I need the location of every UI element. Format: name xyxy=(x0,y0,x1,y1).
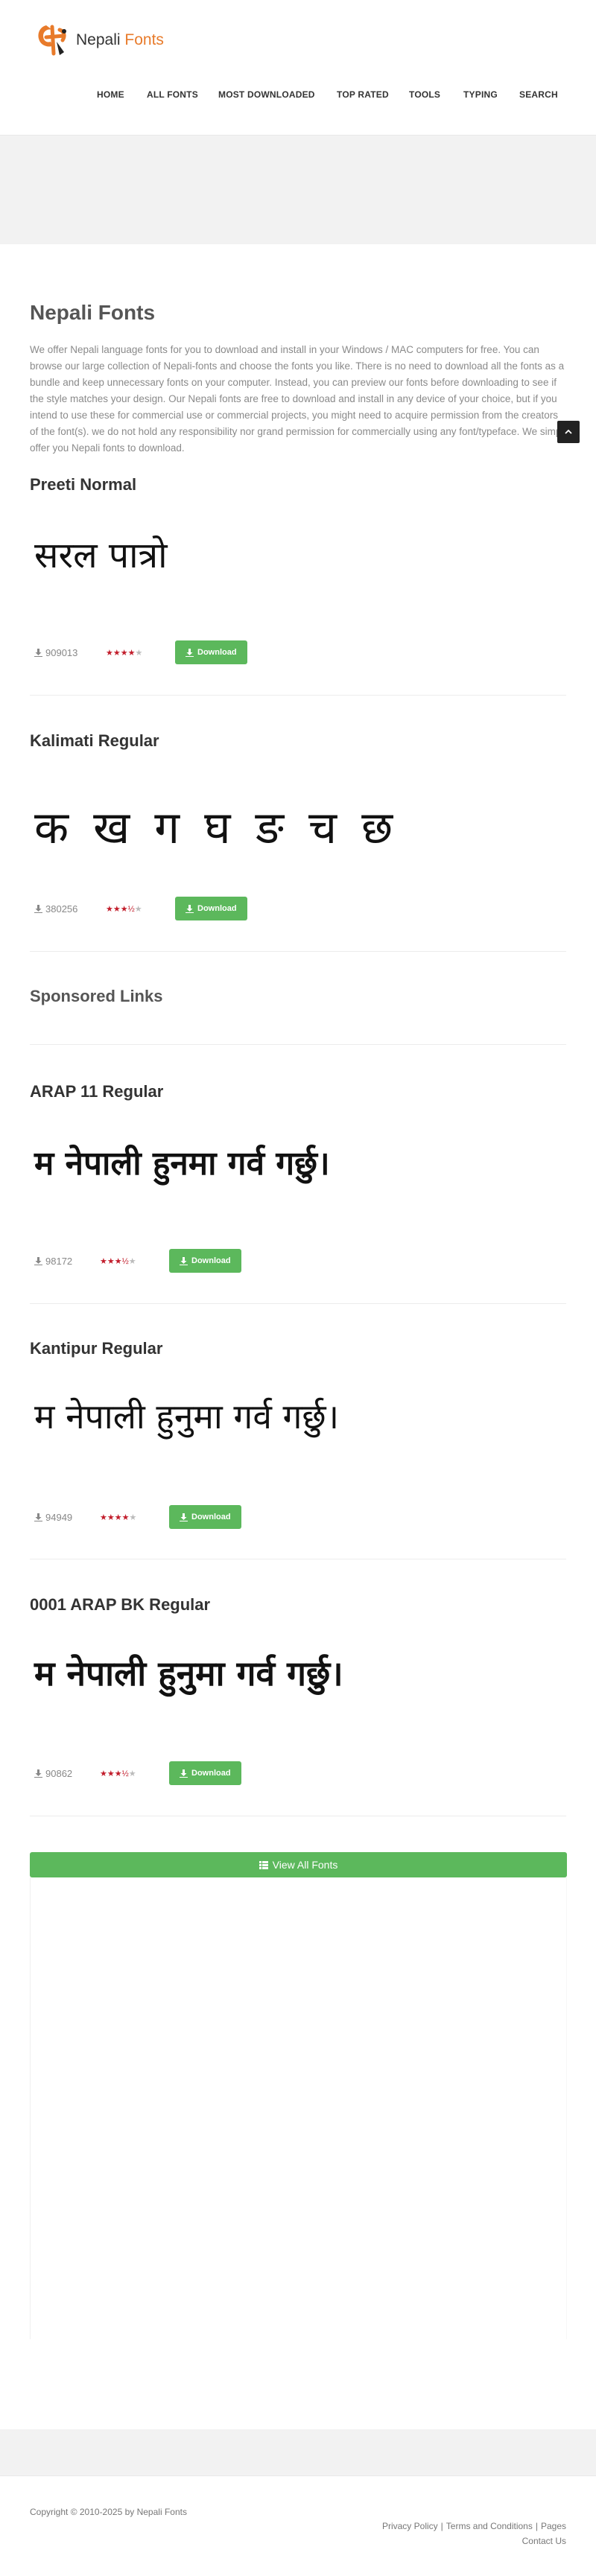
download-count: 94949 xyxy=(34,1512,100,1523)
download-button[interactable]: Download xyxy=(169,1249,241,1273)
font-title[interactable]: Kantipur Regular xyxy=(30,1339,162,1358)
nav-all-fonts[interactable]: ALL FONTS xyxy=(147,89,198,100)
download-button[interactable]: Download xyxy=(169,1761,241,1785)
font-preview: क ख ग घ ङ च छ xyxy=(34,802,393,854)
link-separator: | xyxy=(440,2521,443,2531)
nav-top-rated[interactable]: TOP RATED xyxy=(337,89,389,100)
site-logo[interactable]: Nepali Fonts xyxy=(31,19,164,61)
footer-link-pages[interactable]: Pages xyxy=(541,2521,566,2531)
download-button[interactable]: Download xyxy=(175,897,247,920)
download-count: 90862 xyxy=(34,1768,100,1779)
divider xyxy=(30,695,566,696)
download-button[interactable]: Download xyxy=(175,640,247,664)
copyright-text: Copyright © 2010-2025 by Nepali Fonts xyxy=(30,2507,187,2517)
download-count: 909013 xyxy=(34,647,106,658)
font-title[interactable]: Kalimati Regular xyxy=(30,731,159,751)
font-meta: 909013 ★★★★★ Download xyxy=(34,640,247,665)
font-title[interactable]: ARAP 11 Regular xyxy=(30,1082,163,1101)
font-preview: सरल पात्रो xyxy=(34,535,168,576)
download-icon xyxy=(34,1256,42,1265)
download-icon xyxy=(186,648,194,657)
chevron-up-icon xyxy=(565,429,572,434)
download-button-label: Download xyxy=(191,1513,231,1521)
font-preview: म नेपाली हुनुमा गर्व गर्छु। xyxy=(34,1653,343,1694)
sponsored-links-heading: Sponsored Links xyxy=(30,987,163,1005)
page-intro: We offer Nepali language fonts for you t… xyxy=(30,344,569,454)
download-icon xyxy=(180,1513,188,1521)
ad-container xyxy=(30,1877,567,2339)
logo-text: Nepali Fonts xyxy=(76,31,164,49)
page-title: Nepali Fonts xyxy=(30,301,156,324)
font-preview: म नेपाली हुनमा गर्व गर्छु। xyxy=(34,1145,330,1183)
site-header: Nepali Fonts HOME ALL FONTS MOST DOWNLOA… xyxy=(0,0,596,136)
download-count-value: 94949 xyxy=(45,1511,73,1523)
view-all-fonts-label: View All Fonts xyxy=(272,1859,338,1871)
font-meta: 90862 ★★★½★ Download xyxy=(34,1761,241,1786)
list-icon xyxy=(259,1860,268,1869)
download-count: 380256 xyxy=(34,903,106,915)
link-separator: | xyxy=(535,2521,538,2531)
font-title[interactable]: Preeti Normal xyxy=(30,475,136,494)
download-icon xyxy=(34,1769,42,1778)
font-meta: 94949 ★★★★★ Download xyxy=(34,1504,241,1530)
font-title[interactable]: 0001 ARAP BK Regular xyxy=(30,1595,210,1615)
font-meta: 380256 ★★★½★ Download xyxy=(34,896,247,921)
footer-link-contact[interactable]: Contact Us xyxy=(522,2536,566,2546)
nav-tools[interactable]: TOOLS xyxy=(409,89,440,100)
divider xyxy=(30,1303,566,1304)
download-icon xyxy=(34,904,42,913)
download-button-label: Download xyxy=(197,904,237,913)
star-rating: ★★★½★ xyxy=(100,1769,136,1778)
font-preview: म नेपाली हुनुमा गर्व गर्छु। xyxy=(34,1396,340,1437)
divider xyxy=(30,951,566,952)
font-meta: 98172 ★★★½★ Download xyxy=(34,1248,241,1273)
nav-typing[interactable]: TYPING xyxy=(463,89,498,100)
footer-link-privacy[interactable]: Privacy Policy xyxy=(382,2521,438,2531)
star-rating: ★★★½★ xyxy=(106,904,142,914)
banner-area xyxy=(0,136,596,244)
star-rating: ★★★★★ xyxy=(106,648,143,658)
main-nav: HOME ALL FONTS MOST DOWNLOADED TOP RATED… xyxy=(0,89,596,104)
nav-home[interactable]: HOME xyxy=(97,89,124,100)
download-button-label: Download xyxy=(191,1769,231,1778)
download-button-label: Download xyxy=(191,1256,231,1265)
download-icon xyxy=(34,1513,42,1521)
logo-name-accent: Fonts xyxy=(124,31,164,48)
star-rating: ★★★★★ xyxy=(100,1513,137,1522)
download-count-value: 98172 xyxy=(45,1255,73,1267)
download-icon xyxy=(180,1256,188,1265)
nav-most-downloaded[interactable]: MOST DOWNLOADED xyxy=(218,89,315,100)
logo-name-main: Nepali xyxy=(76,31,121,48)
footer-links: Privacy Policy | Terms and Conditions | Page… xyxy=(382,2521,566,2531)
back-to-top-button[interactable] xyxy=(557,421,580,443)
footer-link-terms[interactable]: Terms and Conditions xyxy=(446,2521,533,2531)
view-all-fonts-button[interactable]: View All Fonts xyxy=(30,1852,567,1877)
download-count: 98172 xyxy=(34,1256,100,1267)
star-rating: ★★★½★ xyxy=(100,1256,136,1266)
nav-search[interactable]: SEARCH xyxy=(519,89,558,100)
download-icon xyxy=(34,648,42,657)
download-icon xyxy=(186,904,194,913)
logo-mark-icon xyxy=(31,19,73,61)
divider xyxy=(30,1044,566,1045)
download-icon xyxy=(180,1769,188,1778)
download-count-value: 909013 xyxy=(45,646,78,658)
download-button[interactable]: Download xyxy=(169,1505,241,1529)
download-count-value: 90862 xyxy=(45,1767,73,1779)
download-count-value: 380256 xyxy=(45,903,78,915)
download-button-label: Download xyxy=(197,648,237,657)
footer-band xyxy=(0,2429,596,2475)
